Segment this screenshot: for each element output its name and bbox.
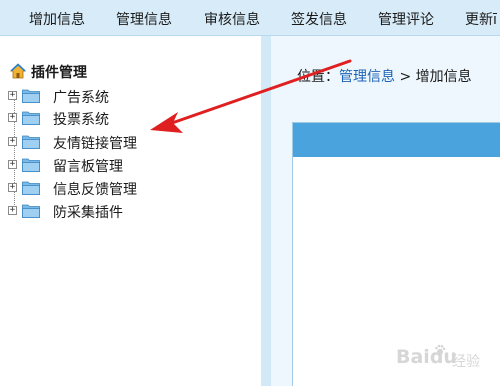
tree-node-friend-links[interactable]: + 友情链接管理 xyxy=(8,133,168,153)
menu-item-sign-info[interactable]: 签发信息 xyxy=(291,9,347,29)
expand-plus-icon[interactable]: + xyxy=(8,113,17,122)
watermark-text: Baidu xyxy=(396,346,457,368)
menu-item-manage-info[interactable]: 管理信息 xyxy=(116,9,172,29)
tree-node-label: 投票系统 xyxy=(53,112,109,128)
home-icon xyxy=(10,63,26,79)
tree-node-vote-system[interactable]: + 投票系统 xyxy=(8,109,168,129)
breadcrumb-prefix: 位置： xyxy=(297,69,339,85)
tree-node-label: 防采集插件 xyxy=(53,205,123,221)
top-menu-bar: 增加信息 管理信息 审核信息 签发信息 管理评论 更新ī xyxy=(0,0,500,36)
breadcrumb-link[interactable]: 管理信息 xyxy=(339,69,395,85)
tree-node-guestbook[interactable]: + 留言板管理 xyxy=(8,156,168,176)
main-content: 位置：管理信息 > 增加信息 xyxy=(271,36,500,387)
breadcrumb: 位置：管理信息 > 增加信息 xyxy=(297,66,472,86)
folder-icon xyxy=(22,135,40,149)
plugin-tree-panel: 插件管理 + 广告系统 + 投票系统 + 友情链接管理 + 留言板管理 + 信息… xyxy=(0,36,260,386)
breadcrumb-current: 增加信息 xyxy=(415,69,472,85)
folder-icon xyxy=(22,158,40,172)
tree-node-anti-scrape[interactable]: + 防采集插件 xyxy=(8,202,168,222)
expand-plus-icon[interactable]: + xyxy=(8,160,17,169)
expand-plus-icon[interactable]: + xyxy=(8,91,17,100)
tree-node-label: 留言板管理 xyxy=(53,159,123,175)
tree-node-label: 广告系统 xyxy=(53,90,109,106)
folder-icon xyxy=(22,204,40,218)
menu-item-update[interactable]: 更新ī xyxy=(465,9,497,29)
folder-icon xyxy=(22,111,40,125)
expand-plus-icon[interactable]: + xyxy=(8,137,17,146)
menu-item-manage-comments[interactable]: 管理评论 xyxy=(378,9,434,29)
panel-splitter[interactable] xyxy=(261,36,271,386)
expand-plus-icon[interactable]: + xyxy=(8,183,17,192)
watermark-logo: Baidu 经验 xyxy=(386,342,492,376)
tree-node-label: 友情链接管理 xyxy=(53,136,137,152)
folder-icon xyxy=(22,89,40,103)
folder-icon xyxy=(22,181,40,195)
breadcrumb-separator: > xyxy=(395,69,416,85)
expand-plus-icon[interactable]: + xyxy=(8,206,17,215)
menu-item-review-info[interactable]: 审核信息 xyxy=(204,9,260,29)
tree-node-ad-system[interactable]: + 广告系统 xyxy=(8,87,168,107)
tree-title: 插件管理 xyxy=(31,65,87,81)
form-panel-header xyxy=(293,123,500,157)
tree-node-label: 信息反馈管理 xyxy=(53,182,137,198)
watermark-subtext: 经验 xyxy=(452,354,480,370)
tree-node-feedback[interactable]: + 信息反馈管理 xyxy=(8,179,168,199)
menu-item-add-info[interactable]: 增加信息 xyxy=(29,9,85,29)
